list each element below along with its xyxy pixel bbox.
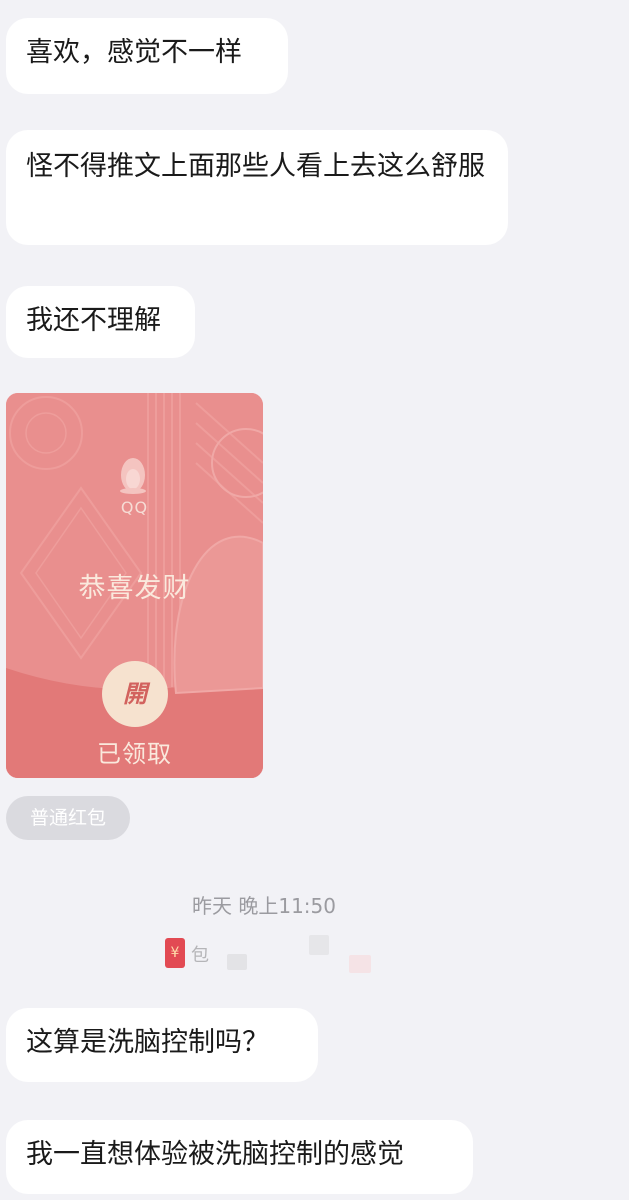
chat-view: 喜欢，感觉不一样 怪不得推文上面那些人看上去这么舒服 我还不理解 QQ 恭喜发财…	[0, 0, 629, 1200]
message-text: 怪不得推文上面那些人看上去这么舒服	[26, 151, 485, 182]
message-bubble[interactable]: 喜欢，感觉不一样	[6, 18, 288, 94]
redacted-mark	[349, 955, 371, 973]
message-bubble[interactable]: 怪不得推文上面那些人看上去这么舒服	[6, 130, 508, 245]
redacted-mark	[309, 935, 329, 955]
red-packet-status: 已领取	[97, 740, 172, 768]
open-red-packet-button[interactable]: 開	[102, 661, 168, 727]
red-envelope-icon: ¥	[165, 938, 185, 968]
red-packet-type-label: 普通红包	[6, 796, 130, 840]
message-timestamp: 昨天 晚上11:50	[192, 894, 336, 918]
message-bubble[interactable]: 我还不理解	[6, 286, 195, 358]
red-packet-greeting: 恭喜发财	[78, 573, 191, 604]
message-text: 我一直想体验被洗脑控制的感觉	[26, 1139, 404, 1170]
message-text: 喜欢，感觉不一样	[26, 37, 242, 68]
message-text: 这算是洗脑控制吗？	[26, 1027, 269, 1058]
message-bubble[interactable]: 这算是洗脑控制吗？	[6, 1008, 318, 1082]
message-bubble[interactable]: 我一直想体验被洗脑控制的感觉	[6, 1120, 473, 1194]
system-notice-text: 包	[191, 945, 209, 966]
red-packet-brand: QQ	[120, 498, 149, 517]
message-text: 我还不理解	[26, 305, 161, 336]
red-packet-card[interactable]: QQ 恭喜发财 開 已领取	[6, 393, 263, 778]
system-notice: ¥ 包	[165, 935, 385, 978]
redacted-mark	[227, 954, 247, 970]
